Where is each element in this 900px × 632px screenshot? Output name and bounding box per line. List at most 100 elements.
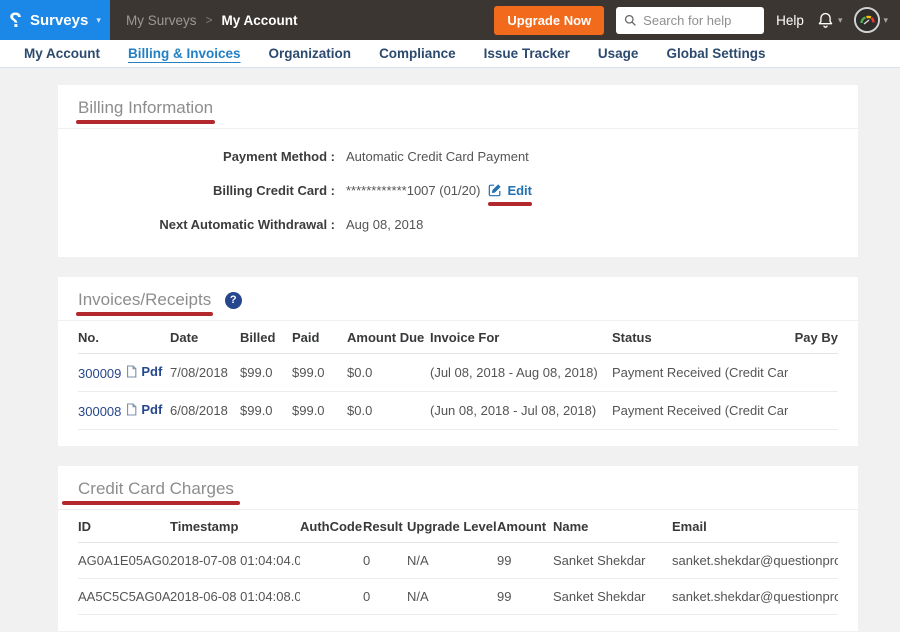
billing-credit-card-row: Billing Credit Card : ************1007 (…: [58, 173, 858, 207]
col-invoice-for: Invoice For: [430, 321, 612, 354]
col-billed: Billed: [240, 321, 292, 354]
charge-amount: 99: [497, 579, 553, 615]
tab-compliance[interactable]: Compliance: [365, 46, 470, 61]
annotation-underline: [62, 501, 240, 505]
invoice-pdf-link[interactable]: Pdf: [126, 364, 162, 379]
annotation-anchor: Billing Information: [78, 98, 213, 118]
invoices-receipts-card: Invoices/Receipts ? No. Date Billed Paid: [58, 277, 858, 446]
charge-name: Sanket Shekdar: [553, 543, 672, 579]
tab-my-account[interactable]: My Account: [10, 46, 114, 61]
charge-email: sanket.shekdar@questionpro.com: [672, 579, 838, 615]
charge-authcode: [300, 543, 363, 579]
invoices-header-row: No. Date Billed Paid Amount Due Invoice …: [78, 321, 838, 354]
charge-id: AG0A1E05AG0A: [78, 543, 170, 579]
breadcrumb-my-surveys[interactable]: My Surveys: [126, 13, 197, 28]
table-row: 300008Pdf 6/08/2018 $99.0 $99.0 $0.0 (Ju…: [78, 392, 838, 430]
table-row: AA5C5C5AG0A 2018-06-08 01:04:08.0 0 N/A …: [78, 579, 838, 615]
chevron-down-icon: ▾: [883, 15, 888, 26]
annotation-underline: [76, 120, 215, 124]
charge-upgrade-level: N/A: [407, 543, 497, 579]
charge-upgrade-level: N/A: [407, 579, 497, 615]
col-amount: Amount: [497, 510, 553, 543]
notifications-button[interactable]: ▾: [816, 11, 843, 30]
charge-name: Sanket Shekdar: [553, 579, 672, 615]
breadcrumb-my-account: My Account: [222, 13, 298, 28]
help-search-box[interactable]: [616, 7, 764, 34]
invoice-number-link[interactable]: 300009: [78, 366, 121, 381]
invoices-help-icon[interactable]: ?: [225, 292, 242, 309]
invoices-table: No. Date Billed Paid Amount Due Invoice …: [78, 321, 838, 430]
table-row: 300009 Pdf 7/08/2018 $99.0 $99.0 $0.0 (Ju…: [78, 354, 838, 392]
charges-table: ID Timestamp AuthCode Result Upgrade Lev…: [78, 510, 838, 615]
invoice-paid: $99.0: [292, 392, 347, 430]
product-switcher[interactable]: ? Surveys ▾: [0, 0, 110, 40]
invoice-billed: $99.0: [240, 354, 292, 392]
search-input[interactable]: [643, 13, 756, 28]
invoice-status: Payment Received (Credit Card): [612, 354, 788, 392]
top-bar-dark: My Surveys > My Account Upgrade Now Help: [110, 0, 900, 40]
tab-issue-tracker[interactable]: Issue Tracker: [470, 46, 584, 61]
pdf-link-label: Pdf: [141, 364, 162, 379]
invoice-paid: $99.0: [292, 354, 347, 392]
invoice-pay-by: [788, 392, 838, 430]
charge-result: 0: [363, 579, 407, 615]
annotation-underline: [488, 202, 532, 206]
top-bar-actions: Upgrade Now Help ▾: [494, 6, 888, 35]
questionpro-logo-icon: ?: [9, 10, 22, 31]
col-result: Result: [363, 510, 407, 543]
tab-organization[interactable]: Organization: [255, 46, 366, 61]
invoice-status: Payment Received (Credit Card): [612, 392, 788, 430]
billing-credit-card-value: ************1007 (01/20): [346, 183, 480, 198]
pdf-file-icon: [126, 403, 137, 416]
invoice-number-link[interactable]: 300008: [78, 404, 121, 419]
bell-icon: [816, 11, 835, 30]
col-pay-by: Pay By: [788, 321, 838, 354]
next-withdrawal-label: Next Automatic Withdrawal :: [58, 217, 335, 232]
charge-result: 0: [363, 543, 407, 579]
charge-email: sanket.shekdar@questionpro.com: [672, 543, 838, 579]
credit-card-charges-card: Credit Card Charges ID Timestamp AuthCod…: [58, 466, 858, 631]
col-upgrade-level: Upgrade Level: [407, 510, 497, 543]
tab-usage[interactable]: Usage: [584, 46, 653, 61]
chevron-down-icon: ▾: [838, 15, 843, 26]
col-no: No.: [78, 321, 170, 354]
col-id: ID: [78, 510, 170, 543]
invoice-period: (Jul 08, 2018 - Aug 08, 2018): [430, 354, 612, 392]
pdf-file-icon: [126, 365, 137, 378]
col-date: Date: [170, 321, 240, 354]
table-row: AG0A1E05AG0A 2018-07-08 01:04:04.0 0 N/A…: [78, 543, 838, 579]
invoice-pdf-link[interactable]: Pdf: [126, 402, 162, 417]
invoice-date: 7/08/2018: [170, 354, 240, 392]
credit-card-charges-title: Credit Card Charges: [78, 479, 234, 499]
charge-id: AA5C5C5AG0A: [78, 579, 170, 615]
payment-method-label: Payment Method :: [58, 149, 335, 164]
upgrade-now-button[interactable]: Upgrade Now: [494, 6, 604, 35]
breadcrumb-separator-icon: >: [206, 13, 213, 27]
col-paid: Paid: [292, 321, 347, 354]
tab-billing-invoices[interactable]: Billing & Invoices: [114, 46, 255, 61]
col-authcode: AuthCode: [300, 510, 363, 543]
invoice-period: (Jun 08, 2018 - Jul 08, 2018): [430, 392, 612, 430]
invoice-amount-due: $0.0: [347, 354, 430, 392]
user-menu[interactable]: ▾: [854, 7, 888, 33]
tab-global-settings[interactable]: Global Settings: [652, 46, 779, 61]
help-link[interactable]: Help: [776, 13, 804, 28]
page-content: Billing Information Billing Information …: [0, 68, 900, 631]
col-status: Status: [612, 321, 788, 354]
edit-link-label: Edit: [507, 183, 532, 198]
col-name: Name: [553, 510, 672, 543]
charge-timestamp: 2018-07-08 01:04:04.0: [170, 543, 300, 579]
charge-amount: 99: [497, 543, 553, 579]
col-timestamp: Timestamp: [170, 510, 300, 543]
billing-credit-card-label: Billing Credit Card :: [58, 183, 335, 198]
product-name: Surveys: [30, 12, 88, 29]
invoice-date: 6/08/2018: [170, 392, 240, 430]
next-withdrawal-value: Aug 08, 2018: [346, 217, 423, 232]
charge-timestamp: 2018-06-08 01:04:08.0: [170, 579, 300, 615]
col-email: Email: [672, 510, 838, 543]
pdf-link-label: Pdf: [141, 402, 162, 417]
invoice-billed: $99.0: [240, 392, 292, 430]
billing-info-rows: Payment Method : Automatic Credit Card P…: [58, 129, 858, 257]
annotation-underline: [76, 312, 213, 316]
edit-credit-card-link[interactable]: Edit: [488, 183, 532, 198]
